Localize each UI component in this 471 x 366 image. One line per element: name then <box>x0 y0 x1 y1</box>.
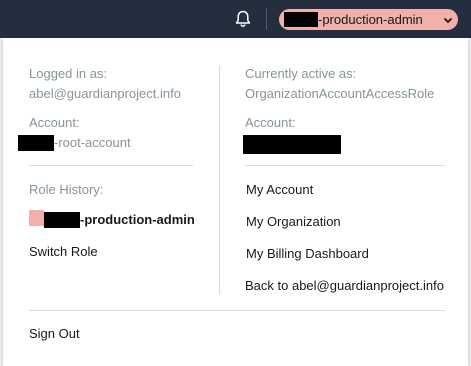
redacted-account-name <box>44 212 80 228</box>
bell-icon[interactable] <box>233 9 253 29</box>
role-switcher-button[interactable]: -production-admin <box>279 9 458 30</box>
divider <box>29 310 445 311</box>
redacted-account-name <box>284 12 318 27</box>
role-history-entry-label[interactable]: -production-admin <box>80 212 195 227</box>
redacted-active-account <box>243 135 341 154</box>
account-dropdown-menu: Logged in as: abel@guardianproject.info … <box>3 38 468 366</box>
my-account-link[interactable]: My Account <box>246 182 313 197</box>
my-billing-dashboard-link[interactable]: My Billing Dashboard <box>246 246 369 261</box>
divider <box>245 165 445 166</box>
account-value: -root-account <box>54 135 131 150</box>
role-color-swatch <box>29 210 44 226</box>
my-organization-link[interactable]: My Organization <box>246 214 341 229</box>
active-account-label: Account: <box>245 115 296 130</box>
top-navigation-bar: -production-admin <box>0 0 471 38</box>
redacted-account-id <box>18 135 54 151</box>
switch-role-link[interactable]: Switch Role <box>29 244 98 259</box>
account-label: Account: <box>29 115 80 130</box>
role-history-label: Role History: <box>29 182 104 197</box>
currently-active-value: OrganizationAccountAccessRole <box>245 86 435 101</box>
column-divider <box>219 66 220 294</box>
active-role-label: -production-admin <box>318 12 423 27</box>
sign-out-link[interactable]: Sign Out <box>29 326 80 341</box>
logged-in-label: Logged in as: <box>29 66 108 81</box>
logged-in-value: abel@guardianproject.info <box>29 86 181 101</box>
caret-down-icon <box>443 17 453 24</box>
currently-active-label: Currently active as: <box>245 66 357 81</box>
divider <box>29 165 193 166</box>
navbar-separator <box>266 8 267 30</box>
back-to-user-link[interactable]: Back to abel@guardianproject.info <box>245 278 444 293</box>
